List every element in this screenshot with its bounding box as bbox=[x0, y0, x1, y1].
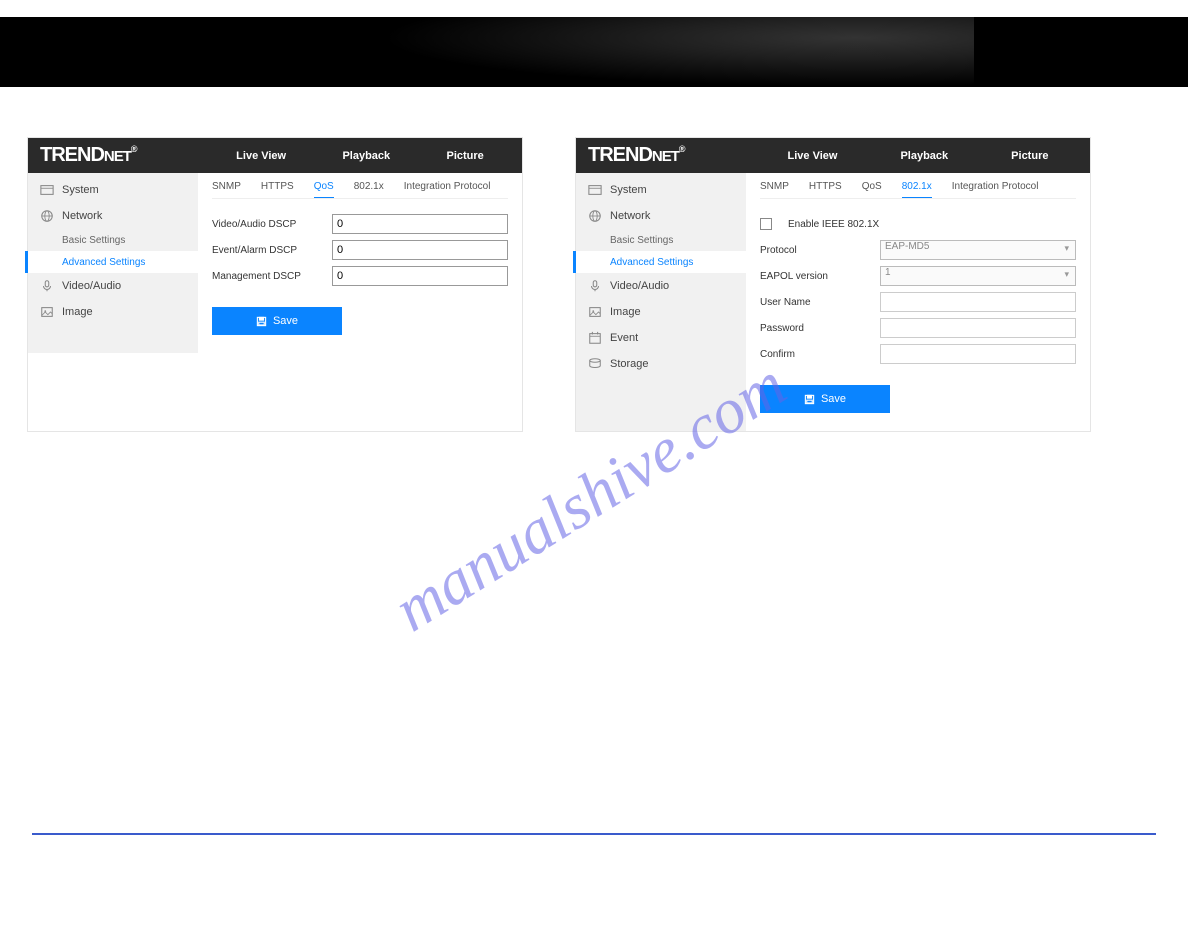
tab-snmp[interactable]: SNMP bbox=[760, 181, 789, 192]
input-password[interactable] bbox=[880, 318, 1076, 338]
sidebar-label-videoaudio: Video/Audio bbox=[62, 280, 121, 292]
tab-integration[interactable]: Integration Protocol bbox=[404, 181, 491, 192]
sidebar-sub-basic[interactable]: Basic Settings bbox=[28, 229, 198, 251]
input-username[interactable] bbox=[880, 292, 1076, 312]
enable-8021x-checkbox[interactable] bbox=[760, 218, 772, 230]
sidebar-item-image[interactable]: Image bbox=[576, 299, 746, 325]
label-ea-dscp: Event/Alarm DSCP bbox=[212, 245, 322, 256]
save-icon bbox=[256, 316, 267, 327]
nav-playback[interactable]: Playback bbox=[900, 150, 948, 162]
sidebar-label-storage: Storage bbox=[610, 358, 649, 370]
sidebar-item-storage[interactable]: Storage bbox=[576, 351, 746, 377]
tab-https[interactable]: HTTPS bbox=[261, 181, 294, 192]
sidebar-item-image[interactable]: Image bbox=[28, 299, 198, 325]
sidebar-sub-basic[interactable]: Basic Settings bbox=[576, 229, 746, 251]
footer-divider bbox=[32, 833, 1156, 835]
sidebar-item-videoaudio[interactable]: Video/Audio bbox=[28, 273, 198, 299]
sidebar-label-image: Image bbox=[62, 306, 93, 318]
panel-header: TRENDNET® Live View Playback Picture bbox=[576, 138, 1090, 173]
select-protocol[interactable]: EAP-MD5 bbox=[880, 240, 1076, 260]
enable-8021x-label: Enable IEEE 802.1X bbox=[788, 219, 879, 230]
brand-logo: TRENDNET® bbox=[576, 144, 746, 167]
nav-playback[interactable]: Playback bbox=[342, 150, 390, 162]
tab-integration[interactable]: Integration Protocol bbox=[952, 181, 1039, 192]
input-confirm[interactable] bbox=[880, 344, 1076, 364]
input-mg-dscp[interactable] bbox=[332, 266, 508, 286]
content-area: SNMP HTTPS QoS 802.1x Integration Protoc… bbox=[746, 173, 1090, 431]
nav-live-view[interactable]: Live View bbox=[236, 150, 286, 162]
label-confirm: Confirm bbox=[760, 349, 870, 360]
select-eapol[interactable]: 1 bbox=[880, 266, 1076, 286]
sidebar-item-videoaudio[interactable]: Video/Audio bbox=[576, 273, 746, 299]
tab-qos[interactable]: QoS bbox=[862, 181, 882, 192]
sidebar-sub-advanced[interactable]: Advanced Settings bbox=[573, 251, 746, 273]
nav-picture[interactable]: Picture bbox=[1011, 150, 1048, 162]
nav-live-view[interactable]: Live View bbox=[788, 150, 838, 162]
tab-https[interactable]: HTTPS bbox=[809, 181, 842, 192]
save-button-label: Save bbox=[273, 315, 298, 327]
mic-icon bbox=[588, 279, 602, 293]
calendar-icon bbox=[588, 331, 602, 345]
label-username: User Name bbox=[760, 297, 870, 308]
input-ea-dscp[interactable] bbox=[332, 240, 508, 260]
label-protocol: Protocol bbox=[760, 245, 870, 256]
sidebar: System Network Basic Settings Advanced S… bbox=[28, 173, 198, 353]
right-panel: TRENDNET® Live View Playback Picture Sys… bbox=[575, 137, 1091, 432]
mic-icon bbox=[40, 279, 54, 293]
sidebar-label-videoaudio: Video/Audio bbox=[610, 280, 669, 292]
save-icon bbox=[804, 394, 815, 405]
content-area: SNMP HTTPS QoS 802.1x Integration Protoc… bbox=[198, 173, 522, 353]
sidebar-label-event: Event bbox=[610, 332, 638, 344]
tab-qos[interactable]: QoS bbox=[314, 181, 334, 198]
sidebar-item-network[interactable]: Network bbox=[576, 203, 746, 229]
sidebar: System Network Basic Settings Advanced S… bbox=[576, 173, 746, 431]
brand-logo: TRENDNET® bbox=[28, 144, 198, 167]
tabs-row: SNMP HTTPS QoS 802.1x Integration Protoc… bbox=[760, 181, 1076, 199]
globe-icon bbox=[40, 209, 54, 223]
sidebar-label-image: Image bbox=[610, 306, 641, 318]
globe-icon bbox=[588, 209, 602, 223]
sidebar-label-network: Network bbox=[62, 210, 102, 222]
system-icon bbox=[40, 183, 54, 197]
sidebar-item-event[interactable]: Event bbox=[576, 325, 746, 351]
tab-snmp[interactable]: SNMP bbox=[212, 181, 241, 192]
image-icon bbox=[40, 305, 54, 319]
tabs-row: SNMP HTTPS QoS 802.1x Integration Protoc… bbox=[212, 181, 508, 199]
left-panel: TRENDNET® Live View Playback Picture Sys… bbox=[27, 137, 523, 432]
sidebar-item-network[interactable]: Network bbox=[28, 203, 198, 229]
save-button[interactable]: Save bbox=[212, 307, 342, 335]
image-icon bbox=[588, 305, 602, 319]
tab-8021x[interactable]: 802.1x bbox=[354, 181, 384, 192]
nav-picture[interactable]: Picture bbox=[447, 150, 484, 162]
panel-header: TRENDNET® Live View Playback Picture bbox=[28, 138, 522, 173]
label-mg-dscp: Management DSCP bbox=[212, 271, 322, 282]
sidebar-item-system[interactable]: System bbox=[576, 177, 746, 203]
sidebar-label-system: System bbox=[62, 184, 99, 196]
top-banner bbox=[0, 17, 1188, 87]
sidebar-label-system: System bbox=[610, 184, 647, 196]
label-password: Password bbox=[760, 323, 870, 334]
label-va-dscp: Video/Audio DSCP bbox=[212, 219, 322, 230]
tab-8021x[interactable]: 802.1x bbox=[902, 181, 932, 198]
save-button[interactable]: Save bbox=[760, 385, 890, 413]
input-va-dscp[interactable] bbox=[332, 214, 508, 234]
sidebar-sub-advanced[interactable]: Advanced Settings bbox=[25, 251, 198, 273]
sidebar-label-network: Network bbox=[610, 210, 650, 222]
save-button-label: Save bbox=[821, 393, 846, 405]
sidebar-item-system[interactable]: System bbox=[28, 177, 198, 203]
system-icon bbox=[588, 183, 602, 197]
storage-icon bbox=[588, 357, 602, 371]
label-eapol: EAPOL version bbox=[760, 271, 870, 282]
